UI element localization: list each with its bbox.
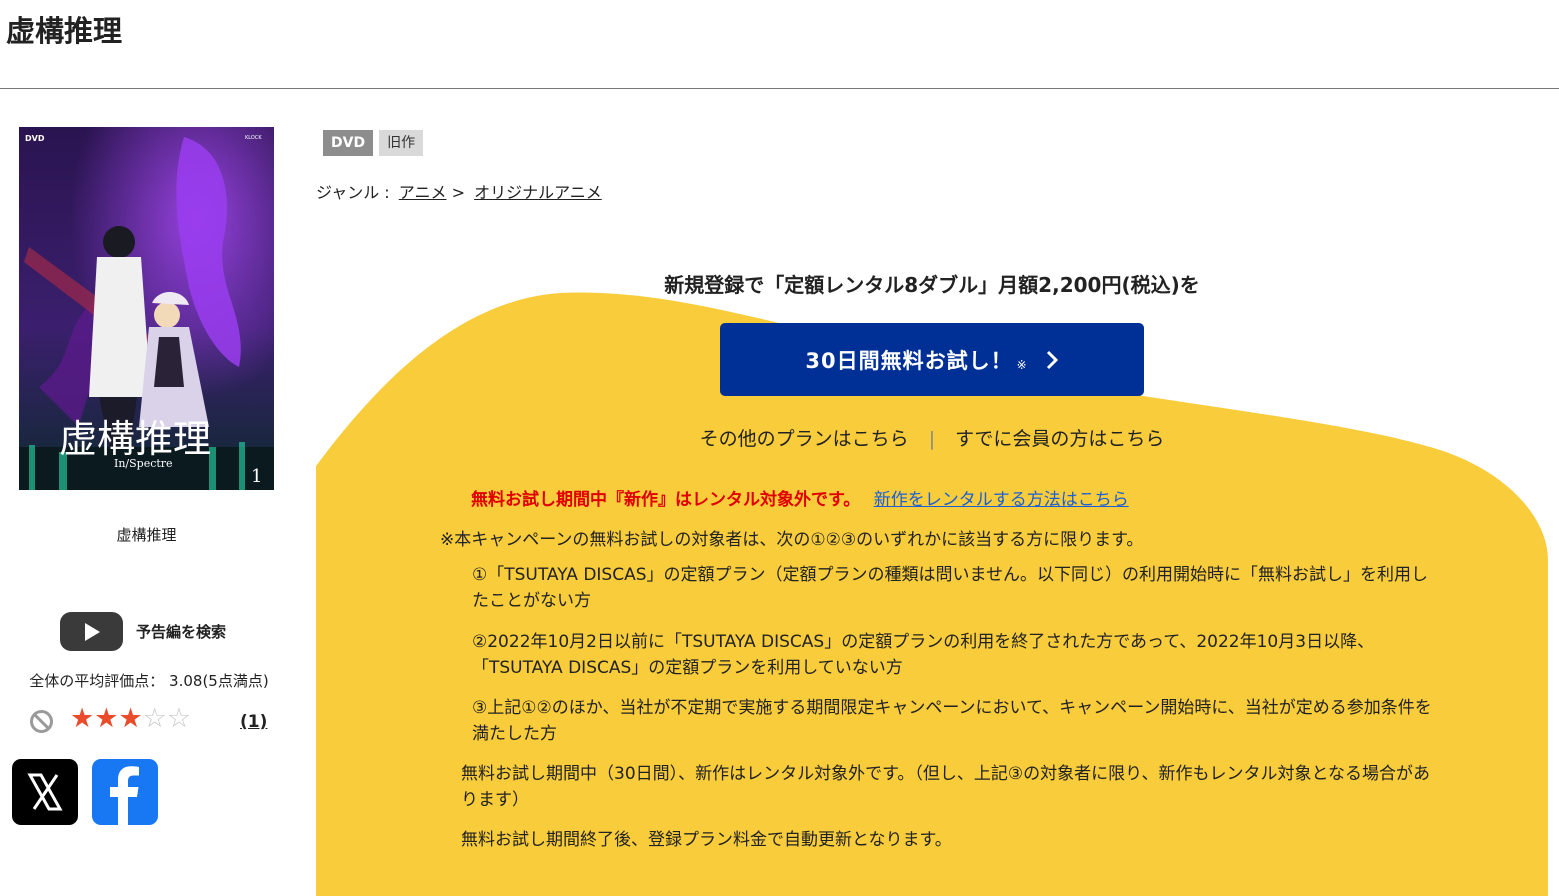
free-trial-label: 30日間無料お試し！	[805, 348, 1013, 373]
other-plans-link[interactable]: その他のプランはこちら	[700, 428, 909, 450]
rating-row: ★★★☆☆ (1)	[30, 703, 280, 740]
star-empty-icon: ☆	[166, 703, 192, 734]
cover-subtitle-text: In/Spectre	[114, 457, 173, 470]
trial-period-note: 無料お試し期間中（30日間）、新作はレンタル対象外です。（但し、上記③の対象者に…	[461, 764, 1430, 810]
free-trial-button[interactable]: 30日間無料お試し！ ※	[720, 323, 1144, 396]
cover-title-text: 虚構推理	[59, 417, 211, 461]
campaign-eligibility-intro: ※本キャンペーンの無料お試しの対象者は、次の①②③のいずれかに該当する方に限りま…	[440, 530, 1144, 550]
cover-volume-number: 1	[251, 466, 262, 487]
auto-renewal-note: 無料お試し期間終了後、登録プラン料金で自動更新となります。	[461, 830, 952, 850]
not-interested-icon[interactable]	[30, 710, 53, 733]
plan-links: その他のプランはこちら | すでに会員の方はこちら	[316, 424, 1548, 451]
genre-breadcrumb: ジャンル : アニメ > オリジナルアニメ	[316, 179, 602, 203]
new-release-warning-text: 無料お試し期間中『新作』はレンタル対象外です。	[471, 490, 861, 510]
trailer-search-label: 予告編を検索	[136, 623, 227, 641]
video-play-icon	[60, 612, 123, 651]
trailer-search-button[interactable]: 予告編を検索	[60, 612, 226, 651]
genre-link-anime[interactable]: アニメ	[399, 183, 447, 202]
x-logo-icon	[27, 773, 63, 811]
promo-headline: 新規登録で「定額レンタル8ダブル」月額2,200円(税込)を	[664, 273, 1200, 297]
star-empty-icon: ☆	[142, 703, 167, 734]
new-release-rental-link[interactable]: 新作をレンタルする方法はこちら	[874, 490, 1129, 510]
genre-label: ジャンル :	[316, 183, 390, 202]
chevron-right-icon	[1046, 350, 1058, 369]
header-divider	[0, 88, 1559, 89]
eligibility-condition-2: ②2022年10月2日以前に「TSUTAYA DISCAS」の定額プランの利用を…	[472, 632, 1375, 678]
member-login-link[interactable]: すでに会員の方はこちら	[955, 428, 1164, 450]
free-trial-note-mark: ※	[1016, 357, 1027, 372]
product-name: 虚構推理	[116, 526, 177, 544]
format-badge: DVD	[323, 130, 374, 156]
new-release-warning: 無料お試し期間中『新作』はレンタル対象外です。 新作をレンタルする方法はこちら	[471, 485, 1129, 510]
star-filled-icon: ★	[94, 703, 119, 734]
share-x-button[interactable]	[12, 759, 78, 825]
genre-separator: >	[451, 183, 465, 202]
link-separator: |	[928, 428, 936, 450]
cover-publisher-mark: KLOCK	[245, 135, 262, 141]
share-facebook-button[interactable]	[92, 759, 158, 825]
star-filled-icon: ★	[70, 703, 95, 734]
product-badges: DVD 旧作	[323, 130, 424, 156]
star-filled-icon: ★	[118, 703, 143, 734]
genre-link-original-anime[interactable]: オリジナルアニメ	[474, 183, 602, 202]
eligibility-condition-3: ③上記①②のほか、当社が不定期で実施する期間限定キャンペーンにおいて、キャンペー…	[472, 698, 1432, 744]
eligibility-condition-1: ①「TSUTAYA DISCAS」の定額プラン（定額プランの種類は問いません。以…	[472, 565, 1429, 611]
page-title: 虚構推理	[6, 14, 123, 48]
cover-dvd-mark: DVD	[25, 134, 45, 143]
product-cover-image[interactable]: 虚構推理 In/Spectre 1 DVD KLOCK	[19, 127, 274, 490]
rating-summary: 全体の平均評価点： 3.08(5点満点)	[29, 672, 269, 690]
review-count-link[interactable]: (1)	[240, 712, 267, 732]
release-type-badge: 旧作	[379, 130, 424, 156]
facebook-logo-icon	[110, 766, 139, 825]
rating-stars: ★★★☆☆	[70, 703, 191, 734]
